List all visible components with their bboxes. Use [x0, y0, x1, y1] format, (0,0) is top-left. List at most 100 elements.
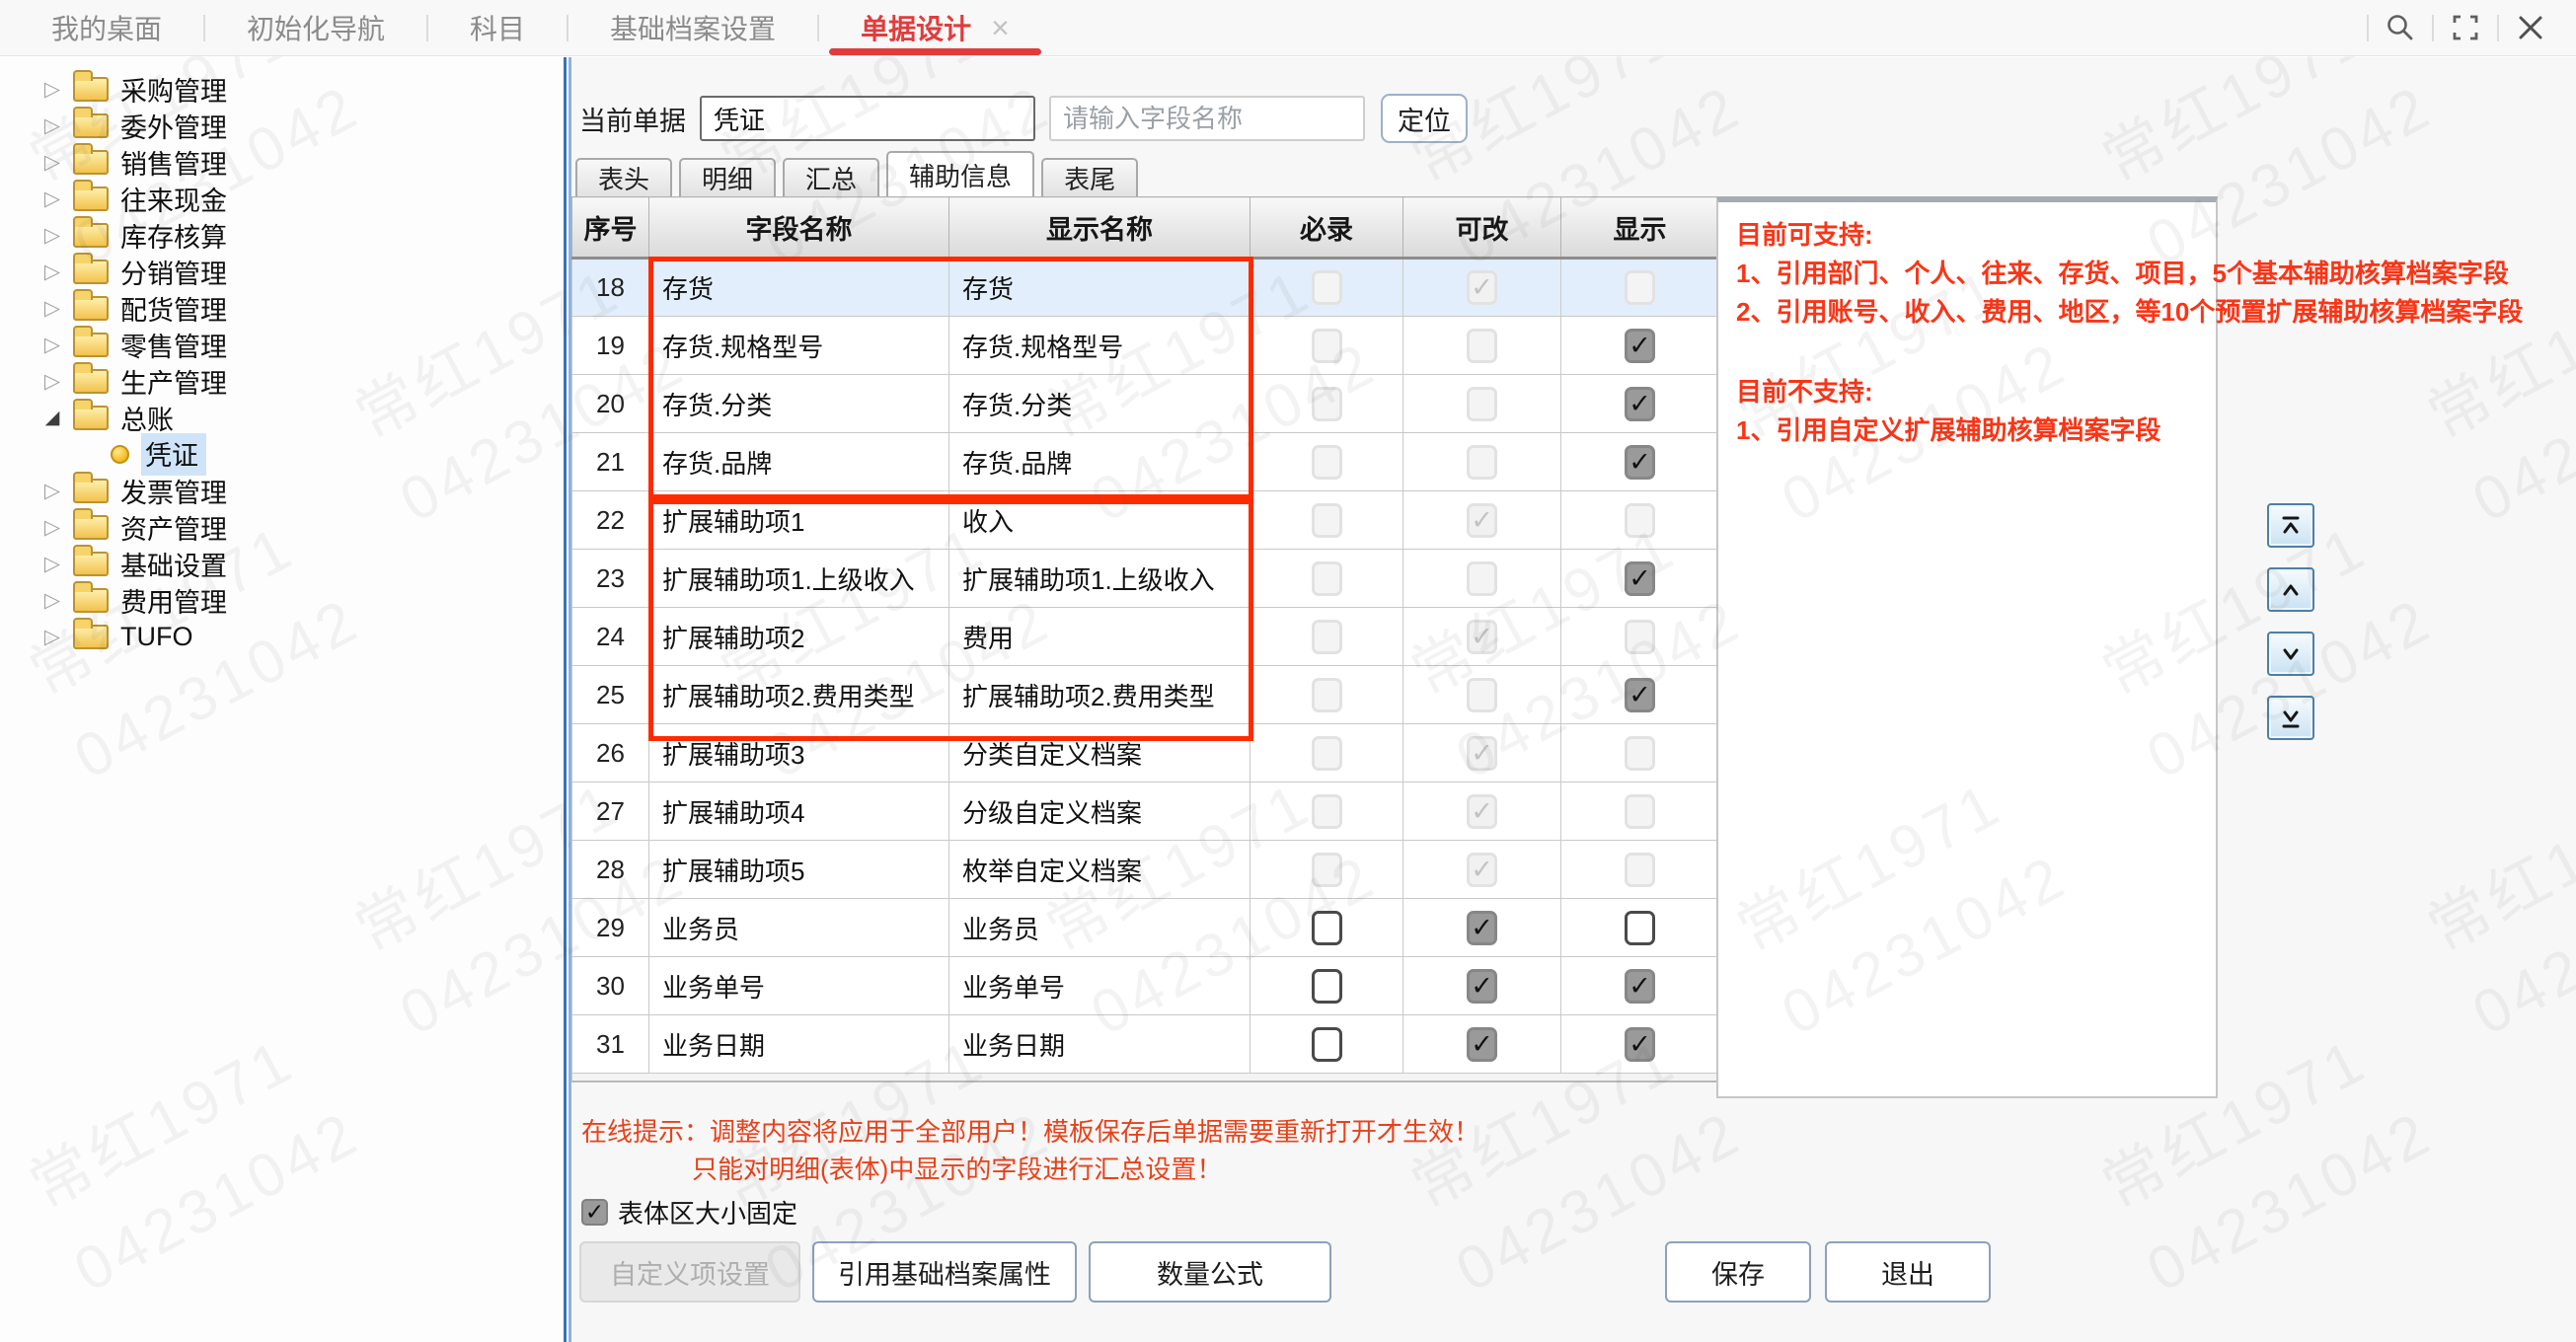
tree-expand-icon[interactable]: ▷: [38, 479, 67, 503]
editable-checkbox[interactable]: [1467, 1027, 1497, 1062]
sidebar-item-采购管理[interactable]: ▷采购管理: [0, 71, 564, 108]
tree-expand-icon[interactable]: ▷: [38, 186, 67, 211]
table-row-24[interactable]: 24扩展辅助项2费用: [572, 608, 1719, 666]
required-checkbox[interactable]: [1312, 911, 1342, 945]
display-name-cell[interactable]: 扩展辅助项2.费用类型: [949, 666, 1250, 724]
move-to-top-button[interactable]: [2267, 503, 2314, 548]
tree-expand-icon[interactable]: ▷: [38, 296, 67, 321]
search-icon[interactable]: [2369, 0, 2432, 55]
visible-checkbox[interactable]: [1625, 561, 1655, 596]
tree-expand-icon[interactable]: ▷: [38, 223, 67, 248]
sidebar-item-委外管理[interactable]: ▷委外管理: [0, 108, 564, 144]
tree-expand-icon[interactable]: ▷: [38, 113, 67, 138]
sidebar-item-费用管理[interactable]: ▷费用管理: [0, 582, 564, 619]
display-name-cell[interactable]: 存货.品牌: [949, 433, 1250, 491]
body-size-fixed-checkbox[interactable]: ✓: [581, 1199, 608, 1226]
visible-checkbox[interactable]: [1625, 911, 1655, 945]
table-row-26[interactable]: 26扩展辅助项3分类自定义档案: [572, 724, 1719, 783]
display-name-cell[interactable]: 收入: [949, 491, 1250, 550]
sidebar-item-总账[interactable]: ◢总账: [0, 400, 564, 436]
sidebar-item-资产管理[interactable]: ▷资产管理: [0, 509, 564, 546]
tab-close-icon[interactable]: ×: [991, 10, 1010, 46]
tree-expand-icon[interactable]: ▷: [38, 515, 67, 540]
display-name-cell[interactable]: 枚举自定义档案: [949, 841, 1250, 899]
tree-expand-icon[interactable]: ▷: [38, 260, 67, 284]
current-doc-input[interactable]: [700, 96, 1035, 141]
visible-checkbox[interactable]: [1625, 678, 1655, 712]
display-name-cell[interactable]: 费用: [949, 608, 1250, 666]
table-row-21[interactable]: 21存货.品牌存货.品牌: [572, 433, 1719, 491]
field-name-cell[interactable]: 扩展辅助项2.费用类型: [649, 666, 949, 724]
quantity-formula-button[interactable]: 数量公式: [1089, 1241, 1331, 1303]
locate-button[interactable]: 定位: [1381, 94, 1468, 143]
custom-item-settings-button[interactable]: 自定义项设置: [579, 1241, 800, 1303]
sidebar-item-基础设置[interactable]: ▷基础设置: [0, 546, 564, 582]
visible-checkbox[interactable]: [1625, 387, 1655, 421]
field-name-cell[interactable]: 扩展辅助项1.上级收入: [649, 550, 949, 608]
display-name-cell[interactable]: 业务员: [949, 899, 1250, 957]
tree-expand-icon[interactable]: ▷: [38, 625, 67, 649]
ref-basic-archive-button[interactable]: 引用基础档案属性: [812, 1241, 1077, 1303]
table-row-27[interactable]: 27扩展辅助项4分级自定义档案: [572, 783, 1719, 841]
field-search-input[interactable]: [1049, 96, 1365, 141]
display-name-cell[interactable]: 分类自定义档案: [949, 724, 1250, 783]
field-name-cell[interactable]: 存货.品牌: [649, 433, 949, 491]
sidebar-splitter[interactable]: [564, 57, 571, 1342]
top-tab-basic-archive[interactable]: 基础档案设置: [568, 0, 817, 55]
move-down-button[interactable]: [2267, 632, 2314, 676]
table-row-29[interactable]: 29业务员业务员: [572, 899, 1719, 957]
tree-expand-icon[interactable]: ▷: [38, 588, 67, 613]
tab-summary-section[interactable]: 汇总: [783, 158, 879, 196]
tree-expand-icon[interactable]: ▷: [38, 150, 67, 175]
top-tab-init-nav[interactable]: 初始化导航: [205, 0, 426, 55]
required-checkbox[interactable]: [1312, 1027, 1342, 1062]
field-name-cell[interactable]: 扩展辅助项5: [649, 841, 949, 899]
field-name-cell[interactable]: 存货.规格型号: [649, 317, 949, 375]
table-row-23[interactable]: 23扩展辅助项1.上级收入扩展辅助项1.上级收入: [572, 550, 1719, 608]
sidebar-item-销售管理[interactable]: ▷销售管理: [0, 144, 564, 181]
tree-expand-icon[interactable]: ▷: [38, 369, 67, 394]
tree-expand-icon[interactable]: ▷: [38, 333, 67, 357]
field-name-cell[interactable]: 扩展辅助项2: [649, 608, 949, 666]
table-row-30[interactable]: 30业务单号业务单号: [572, 957, 1719, 1015]
field-name-cell[interactable]: 存货: [649, 259, 949, 317]
tree-expand-icon[interactable]: ▷: [38, 77, 67, 102]
sidebar-item-零售管理[interactable]: ▷零售管理: [0, 327, 564, 363]
sidebar-item-凭证[interactable]: 凭证: [0, 436, 564, 473]
display-name-cell[interactable]: 存货: [949, 259, 1250, 317]
visible-checkbox[interactable]: [1625, 969, 1655, 1004]
tree-expand-icon[interactable]: ▷: [38, 552, 67, 576]
move-to-bottom-button[interactable]: [2267, 696, 2314, 740]
editable-checkbox[interactable]: [1467, 969, 1497, 1004]
visible-checkbox[interactable]: [1625, 445, 1655, 480]
display-name-cell[interactable]: 存货.分类: [949, 375, 1250, 433]
fullscreen-icon[interactable]: [2434, 0, 2497, 55]
visible-checkbox[interactable]: [1625, 1027, 1655, 1062]
sidebar-item-分销管理[interactable]: ▷分销管理: [0, 254, 564, 290]
field-name-cell[interactable]: 业务单号: [649, 957, 949, 1015]
close-icon[interactable]: [2499, 0, 2562, 55]
field-name-cell[interactable]: 扩展辅助项3: [649, 724, 949, 783]
field-name-cell[interactable]: 存货.分类: [649, 375, 949, 433]
top-tab-doc-design[interactable]: 单据设计 ×: [819, 0, 1051, 55]
table-row-25[interactable]: 25扩展辅助项2.费用类型扩展辅助项2.费用类型: [572, 666, 1719, 724]
visible-checkbox[interactable]: [1625, 329, 1655, 363]
sidebar-item-库存核算[interactable]: ▷库存核算: [0, 217, 564, 254]
save-button[interactable]: 保存: [1665, 1241, 1811, 1303]
display-name-cell[interactable]: 存货.规格型号: [949, 317, 1250, 375]
sidebar-item-往来现金[interactable]: ▷往来现金: [0, 181, 564, 217]
exit-button[interactable]: 退出: [1825, 1241, 1991, 1303]
tree-collapse-icon[interactable]: ◢: [38, 407, 67, 429]
tab-header-section[interactable]: 表头: [575, 158, 672, 196]
table-row-22[interactable]: 22扩展辅助项1收入: [572, 491, 1719, 550]
field-name-cell[interactable]: 业务日期: [649, 1015, 949, 1074]
required-checkbox[interactable]: [1312, 969, 1342, 1004]
display-name-cell[interactable]: 业务日期: [949, 1015, 1250, 1074]
table-row-18[interactable]: 18存货存货: [572, 259, 1719, 317]
field-name-cell[interactable]: 扩展辅助项1: [649, 491, 949, 550]
table-row-20[interactable]: 20存货.分类存货.分类: [572, 375, 1719, 433]
editable-checkbox[interactable]: [1467, 911, 1497, 945]
move-up-button[interactable]: [2267, 567, 2314, 612]
display-name-cell[interactable]: 扩展辅助项1.上级收入: [949, 550, 1250, 608]
table-row-19[interactable]: 19存货.规格型号存货.规格型号: [572, 317, 1719, 375]
